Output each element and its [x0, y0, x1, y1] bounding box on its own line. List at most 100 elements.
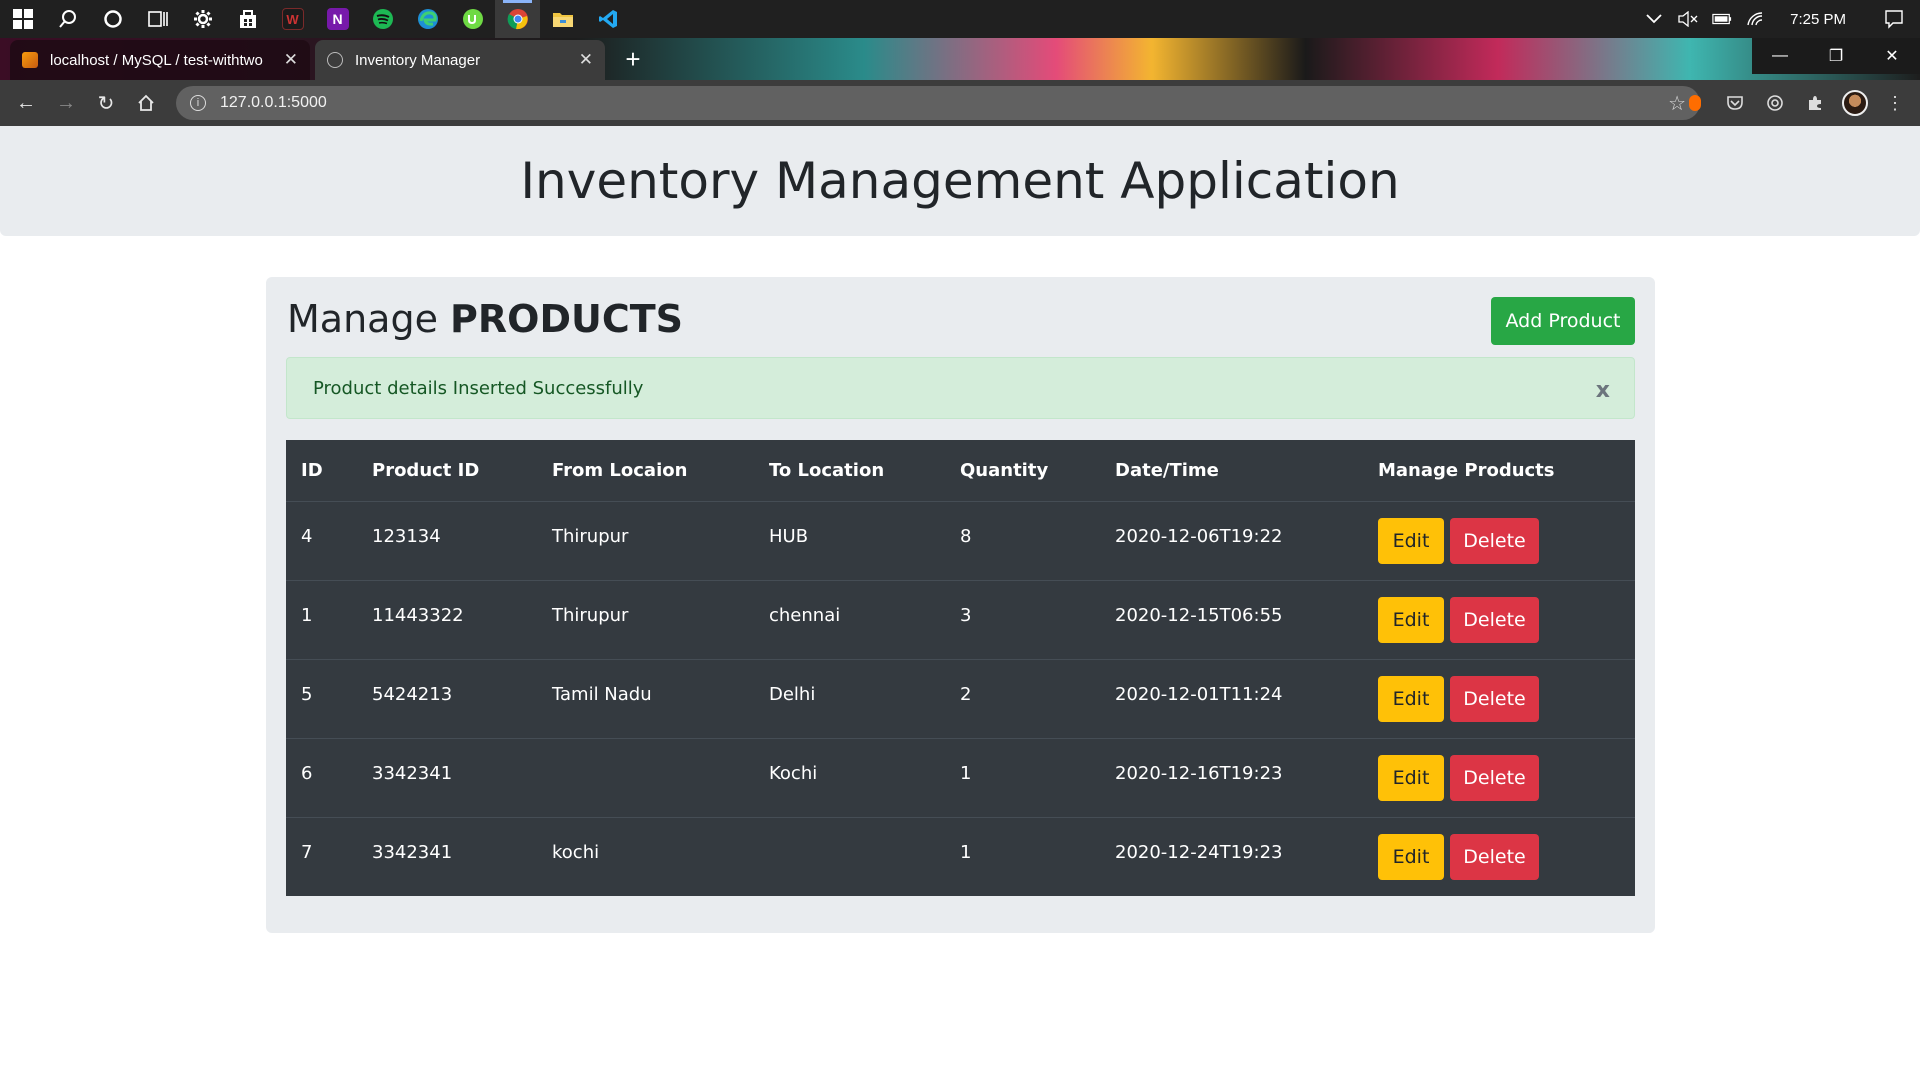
- upwork-icon[interactable]: [450, 0, 495, 38]
- table-row: 5 5424213 Tamil Nadu Delhi 2 2020-12-01T…: [286, 659, 1635, 738]
- delete-button[interactable]: Delete: [1450, 518, 1539, 564]
- cell-quantity: 1: [960, 763, 972, 784]
- column-header: Quantity: [960, 460, 1049, 481]
- pocket-icon[interactable]: [1722, 90, 1748, 116]
- success-alert: Product details Inserted Successfully x: [286, 357, 1635, 419]
- cell-product-id: 3342341: [372, 842, 453, 863]
- back-icon[interactable]: ←: [6, 83, 46, 123]
- table-row: 1 11443322 Thirupur chennai 3 2020-12-15…: [286, 580, 1635, 659]
- cell-from-location: kochi: [552, 842, 600, 863]
- wifi-icon[interactable]: [1746, 9, 1766, 29]
- phpmyadmin-icon: [22, 52, 38, 68]
- table-row: 4 123134 Thirupur HUB 8 2020-12-06T19:22…: [286, 501, 1635, 580]
- cell-from-location: Tamil Nadu: [552, 684, 652, 705]
- close-window-icon[interactable]: ✕: [1864, 38, 1920, 74]
- show-hidden-icons-icon[interactable]: [1644, 9, 1664, 29]
- cortana-icon[interactable]: [90, 0, 135, 38]
- section-title: Manage PRODUCTS: [287, 297, 683, 341]
- spotify-icon[interactable]: [360, 0, 405, 38]
- tab-phpmyadmin[interactable]: localhost / MySQL / test-withtwo ✕: [10, 40, 310, 80]
- new-tab-button[interactable]: +: [616, 44, 650, 74]
- file-explorer-icon[interactable]: [540, 0, 585, 38]
- onenote-icon[interactable]: N: [315, 0, 360, 38]
- cell-product-id: 11443322: [372, 605, 464, 626]
- task-view-icon[interactable]: [135, 0, 180, 38]
- cell-datetime: 2020-12-01T11:24: [1115, 684, 1283, 705]
- cell-datetime: 2020-12-15T06:55: [1115, 605, 1283, 626]
- cell-product-id: 123134: [372, 526, 441, 547]
- page-title: Inventory Management Application: [520, 152, 1400, 210]
- clock[interactable]: 7:25 PM: [1790, 11, 1846, 28]
- cell-quantity: 2: [960, 684, 972, 705]
- home-icon[interactable]: [126, 83, 166, 123]
- row-actions: Edit Delete: [1378, 818, 1539, 896]
- extension-circle-icon[interactable]: [1762, 90, 1788, 116]
- game-icon[interactable]: W: [270, 0, 315, 38]
- site-info-icon[interactable]: i: [190, 95, 206, 111]
- cell-to-location: Delhi: [769, 684, 816, 705]
- volume-muted-icon[interactable]: [1678, 9, 1698, 29]
- settings-icon[interactable]: [180, 0, 225, 38]
- store-icon[interactable]: [225, 0, 270, 38]
- tab-title: localhost / MySQL / test-withtwo: [50, 51, 263, 69]
- cell-id: 5: [301, 684, 313, 705]
- row-actions: Edit Delete: [1378, 502, 1539, 580]
- edit-button[interactable]: Edit: [1378, 597, 1444, 643]
- cell-datetime: 2020-12-16T19:23: [1115, 763, 1283, 784]
- windows-start-icon[interactable]: [0, 0, 45, 38]
- extensions-puzzle-icon[interactable]: [1802, 90, 1828, 116]
- jumbotron: Inventory Management Application: [0, 126, 1920, 236]
- alert-message: Product details Inserted Successfully: [313, 377, 644, 399]
- url-text[interactable]: 127.0.0.1:5000: [220, 94, 1668, 112]
- column-header: ID: [301, 460, 323, 481]
- notifications-icon[interactable]: [1884, 9, 1904, 29]
- cell-product-id: 5424213: [372, 684, 453, 705]
- column-header: From Locaion: [552, 460, 688, 481]
- tab-inventory-manager[interactable]: Inventory Manager ✕: [315, 40, 605, 80]
- globe-icon: [327, 52, 343, 68]
- close-icon[interactable]: ✕: [284, 50, 298, 70]
- cell-id: 6: [301, 763, 313, 784]
- section-title-bold: PRODUCTS: [450, 297, 684, 341]
- edit-button[interactable]: Edit: [1378, 676, 1444, 722]
- add-product-button[interactable]: Add Product: [1491, 297, 1635, 345]
- edit-button[interactable]: Edit: [1378, 834, 1444, 880]
- menu-kebab-icon[interactable]: ⋮: [1882, 90, 1908, 116]
- vscode-icon[interactable]: [585, 0, 630, 38]
- delete-button[interactable]: Delete: [1450, 676, 1539, 722]
- forward-icon[interactable]: →: [46, 83, 86, 123]
- cell-to-location: chennai: [769, 605, 841, 626]
- chrome-icon[interactable]: [495, 0, 540, 38]
- column-header: Manage Products: [1378, 460, 1555, 481]
- delete-button[interactable]: Delete: [1450, 755, 1539, 801]
- cell-id: 7: [301, 842, 313, 863]
- address-bar[interactable]: i 127.0.0.1:5000 ☆: [176, 86, 1700, 120]
- products-table: ID Product ID From Locaion To Location Q…: [286, 440, 1635, 896]
- column-header: To Location: [769, 460, 885, 481]
- edit-button[interactable]: Edit: [1378, 518, 1444, 564]
- battery-icon[interactable]: [1712, 9, 1732, 29]
- products-card: Manage PRODUCTS Add Product Product deta…: [266, 277, 1655, 933]
- extension-orange-icon[interactable]: [1682, 90, 1708, 116]
- close-icon[interactable]: ✕: [579, 50, 593, 70]
- cell-quantity: 1: [960, 842, 972, 863]
- alert-close-button[interactable]: x: [1596, 378, 1610, 403]
- row-actions: Edit Delete: [1378, 660, 1539, 738]
- cell-to-location: Kochi: [769, 763, 818, 784]
- delete-button[interactable]: Delete: [1450, 597, 1539, 643]
- edit-button[interactable]: Edit: [1378, 755, 1444, 801]
- cell-datetime: 2020-12-06T19:22: [1115, 526, 1283, 547]
- cell-id: 1: [301, 605, 313, 626]
- cell-product-id: 3342341: [372, 763, 453, 784]
- search-icon[interactable]: [45, 0, 90, 38]
- cell-quantity: 8: [960, 526, 972, 547]
- table-row: 6 3342341 Kochi 1 2020-12-16T19:23 Edit …: [286, 738, 1635, 817]
- row-actions: Edit Delete: [1378, 739, 1539, 817]
- restore-icon[interactable]: ❐: [1808, 38, 1864, 74]
- delete-button[interactable]: Delete: [1450, 834, 1539, 880]
- table-row: 7 3342341 kochi 1 2020-12-24T19:23 Edit …: [286, 817, 1635, 896]
- minimize-icon[interactable]: —: [1752, 38, 1808, 74]
- reload-icon[interactable]: ↻: [86, 83, 126, 123]
- edge-icon[interactable]: [405, 0, 450, 38]
- profile-avatar[interactable]: [1842, 90, 1868, 116]
